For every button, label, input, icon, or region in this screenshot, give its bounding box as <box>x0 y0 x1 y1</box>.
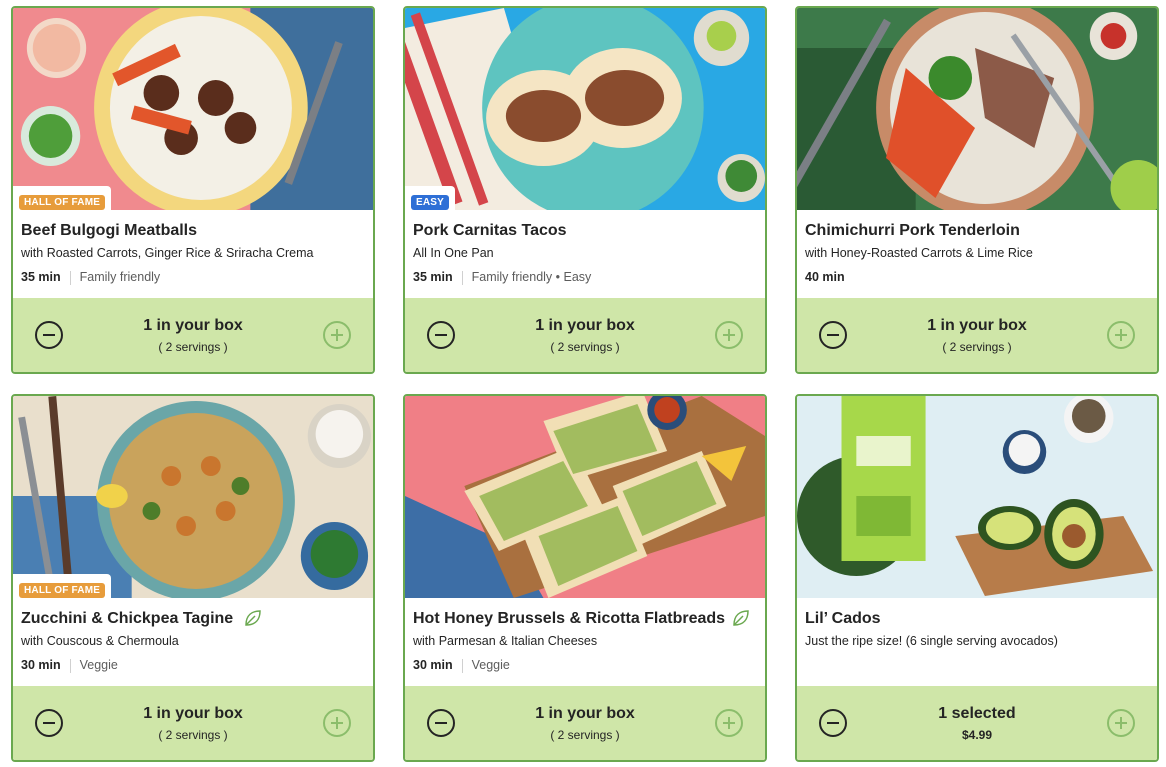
addon-card[interactable]: Lil’ Cados Just the ripe size! (6 single… <box>795 394 1159 762</box>
badge: EASY <box>405 186 456 210</box>
plus-icon[interactable] <box>1106 709 1135 737</box>
quantity-stepper: 1 in your box ( 2 servings ) <box>13 686 373 760</box>
servings: ( 2 servings ) <box>550 340 620 354</box>
price: $4.99 <box>961 728 992 742</box>
divider <box>69 270 71 285</box>
recipe-subtitle: with Honey-Roasted Carrots & Lime Rice <box>805 246 1033 260</box>
box-count: 1 in your box <box>535 317 635 334</box>
minus-icon[interactable] <box>819 709 847 737</box>
servings: ( 2 servings ) <box>942 340 1012 354</box>
recipe-meta: 35 min Family friendly • Easy <box>413 270 757 285</box>
recipe-tags: Family friendly <box>79 270 161 284</box>
divider <box>461 658 463 673</box>
plus-icon[interactable] <box>714 709 743 737</box>
recipe-card[interactable]: Hot Honey Brussels & Ricotta Flatbreads … <box>403 394 767 762</box>
product-title[interactable]: Lil’ Cados <box>805 609 1149 629</box>
plus-icon[interactable] <box>714 321 743 349</box>
box-count: 1 in your box <box>927 317 1027 334</box>
product-photo[interactable] <box>797 396 1157 598</box>
cook-time: 30 min <box>413 658 453 672</box>
minus-icon[interactable] <box>35 321 63 349</box>
recipe-subtitle: with Roasted Carrots, Ginger Rice & Srir… <box>21 246 314 260</box>
recipe-subtitle: with Couscous & Chermoula <box>21 634 179 648</box>
recipe-photo[interactable]: HALL OF FAME <box>13 8 373 210</box>
servings: ( 2 servings ) <box>158 340 228 354</box>
plus-icon[interactable] <box>322 709 351 737</box>
recipe-meta: 30 min Veggie <box>413 658 757 673</box>
cook-time: 40 min <box>805 270 845 284</box>
minus-icon[interactable] <box>427 709 455 737</box>
minus-icon[interactable] <box>35 709 63 737</box>
recipe-title[interactable]: Chimichurri Pork Tenderloin <box>805 221 1149 241</box>
recipe-title[interactable]: Zucchini & Chickpea Tagine <box>21 609 365 629</box>
recipe-meta: 35 min Family friendly <box>21 270 365 285</box>
badge: HALL OF FAME <box>13 574 112 598</box>
box-count: 1 in your box <box>535 705 635 722</box>
recipe-title[interactable]: Pork Carnitas Tacos <box>413 221 757 241</box>
cook-time: 35 min <box>21 270 61 284</box>
divider <box>461 270 463 285</box>
plus-icon[interactable] <box>322 321 351 349</box>
recipe-meta: 30 min Veggie <box>21 658 365 673</box>
leaf-icon <box>245 610 261 626</box>
product-subtitle: Just the ripe size! (6 single serving av… <box>805 634 1058 648</box>
servings: ( 2 servings ) <box>550 728 620 742</box>
recipe-subtitle: with Parmesan & Italian Cheeses <box>413 634 598 648</box>
leaf-icon <box>733 610 749 626</box>
recipe-card[interactable]: Chimichurri Pork Tenderloin with Honey-R… <box>795 6 1159 374</box>
box-count: 1 in your box <box>143 317 243 334</box>
recipe-card[interactable]: EASY Pork Carnitas Tacos All In One Pan … <box>403 6 767 374</box>
quantity-stepper: 1 in your box ( 2 servings ) <box>13 298 373 372</box>
recipe-subtitle: All In One Pan <box>413 246 494 260</box>
recipe-meta: 40 min <box>805 270 1149 285</box>
cook-time: 35 min <box>413 270 453 284</box>
recipe-photo[interactable]: HALL OF FAME <box>13 396 373 598</box>
recipe-tags: Veggie <box>471 658 510 672</box>
minus-icon[interactable] <box>819 321 847 349</box>
divider <box>69 658 71 673</box>
recipe-photo[interactable] <box>797 8 1157 210</box>
quantity-stepper: 1 in your box ( 2 servings ) <box>797 298 1157 372</box>
quantity-stepper: 1 in your box ( 2 servings ) <box>405 298 765 372</box>
servings: ( 2 servings ) <box>158 728 228 742</box>
quantity-stepper: 1 in your box ( 2 servings ) <box>405 686 765 760</box>
recipe-tags: Veggie <box>79 658 118 672</box>
recipe-tags: Family friendly • Easy <box>471 270 592 284</box>
cook-time: 30 min <box>21 658 61 672</box>
quantity-stepper: 1 selected $4.99 <box>797 686 1157 760</box>
plus-icon[interactable] <box>1106 321 1135 349</box>
recipe-title[interactable]: Beef Bulgogi Meatballs <box>21 221 365 241</box>
minus-icon[interactable] <box>427 321 455 349</box>
recipe-photo[interactable]: EASY <box>405 8 765 210</box>
recipe-title[interactable]: Hot Honey Brussels & Ricotta Flatbreads <box>413 609 757 629</box>
recipe-card[interactable]: HALL OF FAME Beef Bulgogi Meatballs with… <box>11 6 375 374</box>
recipe-photo[interactable] <box>405 396 765 598</box>
box-count: 1 in your box <box>143 705 243 722</box>
badge: HALL OF FAME <box>13 186 112 210</box>
selected-count: 1 selected <box>938 705 1016 722</box>
recipe-card[interactable]: HALL OF FAME Zucchini & Chickpea Tagine … <box>11 394 375 762</box>
